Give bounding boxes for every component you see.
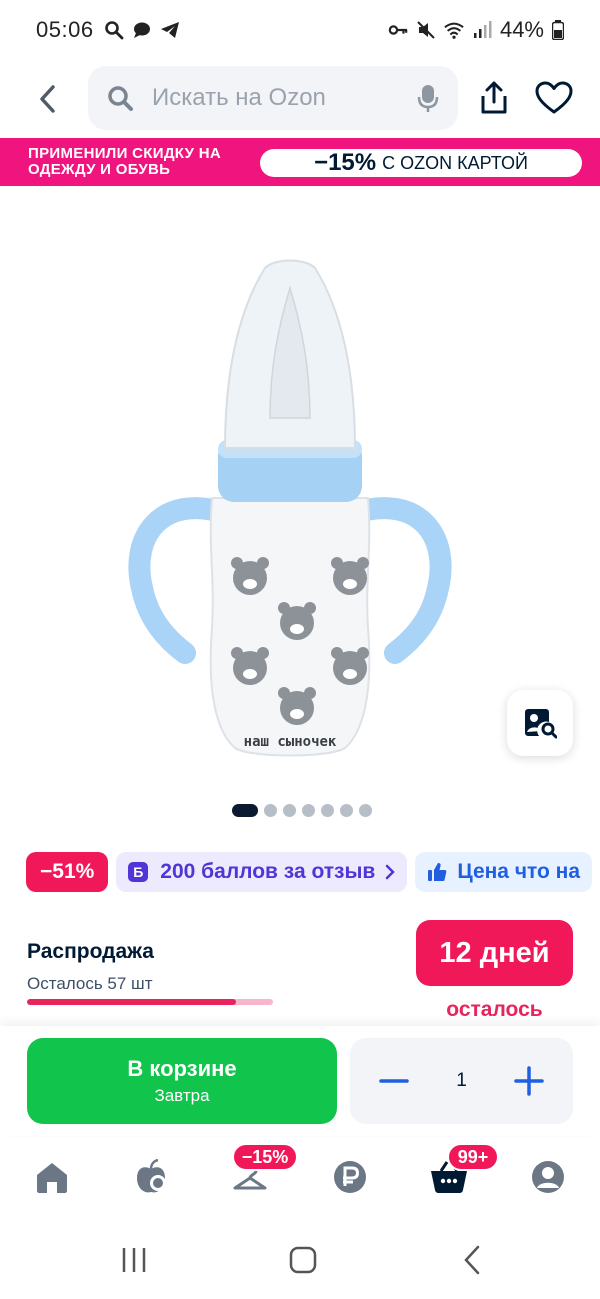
back-arrow-icon: [464, 1245, 480, 1275]
price-chip[interactable]: Цена что на: [415, 852, 593, 892]
points-chip[interactable]: Б 200 баллов за отзыв: [116, 852, 408, 892]
search-placeholder[interactable]: Искать на Ozon: [152, 84, 416, 112]
home-icon: [37, 1163, 67, 1193]
decrease-button[interactable]: [376, 1063, 412, 1099]
photo-search-icon: [525, 709, 557, 739]
pager-dot[interactable]: [340, 804, 353, 817]
image-pager: [232, 804, 372, 817]
search-icon: [104, 21, 123, 40]
cart-button-label: В корзине: [127, 1056, 237, 1081]
nav-promo-badge: −15%: [232, 1143, 298, 1171]
search-icon: [108, 86, 133, 111]
pager-dot[interactable]: [302, 804, 315, 817]
thumbs-up-icon: [428, 863, 447, 881]
plus-icon: [514, 1066, 544, 1096]
stock-left: Осталось 57 шт: [27, 974, 153, 993]
telegram-icon: [160, 22, 179, 38]
badge-row: −51% Б 200 баллов за отзыв Цена что на: [26, 852, 593, 892]
chat-icon: [133, 22, 150, 38]
promo-percent: −15%: [314, 149, 377, 176]
image-search-button[interactable]: [507, 690, 573, 756]
system-navigation: [0, 1221, 600, 1299]
mute-icon: [417, 21, 435, 39]
promo-rest: С OZON КАРТОЙ: [382, 152, 528, 173]
recent-apps-button[interactable]: [114, 1243, 154, 1277]
points-label: 200 баллов за отзыв: [160, 860, 376, 883]
promo-pill: −15% С OZON КАРТОЙ: [260, 149, 582, 177]
share-button[interactable]: [476, 80, 512, 116]
days-badge: 12 дней: [416, 920, 573, 986]
favorite-button[interactable]: [535, 80, 573, 116]
nav-home[interactable]: [32, 1157, 72, 1197]
nav-profile[interactable]: [528, 1157, 568, 1197]
microphone-icon[interactable]: [416, 83, 440, 113]
pager-dot[interactable]: [359, 804, 372, 817]
points-icon: Б: [128, 862, 149, 882]
stock-progress-fill: [27, 999, 237, 1005]
buy-panel: В корзине Завтра 1: [0, 1026, 600, 1136]
in-cart-button[interactable]: В корзине Завтра: [27, 1038, 337, 1124]
chevron-right-icon: [386, 864, 396, 880]
increase-button[interactable]: [511, 1063, 547, 1099]
sale-title: Распродажа: [27, 940, 154, 963]
baby-bottle-image: наш сыночек: [128, 259, 452, 757]
back-button[interactable]: [30, 82, 64, 116]
bottom-navigation: −15% 99+: [0, 1137, 600, 1221]
key-icon: [388, 25, 408, 35]
chevron-left-icon: [40, 85, 55, 113]
pager-dot[interactable]: [321, 804, 334, 817]
discount-badge: −51%: [26, 852, 109, 892]
wifi-icon: [444, 22, 464, 39]
days-left-label: осталось: [446, 998, 543, 1021]
quantity-value: 1: [456, 1070, 467, 1091]
pager-dot[interactable]: [264, 804, 277, 817]
pager-dot[interactable]: [283, 804, 296, 817]
stock-progress: [27, 999, 273, 1005]
minus-icon: [379, 1079, 409, 1083]
battery-percent: 44%: [499, 17, 544, 42]
apple-icon: [137, 1159, 166, 1193]
nav-cart-badge: 99+: [447, 1143, 499, 1171]
nav-ozon-card[interactable]: [330, 1157, 370, 1197]
system-back-button[interactable]: [452, 1243, 492, 1277]
square-home-icon: [289, 1246, 317, 1274]
delivery-label: Завтра: [154, 1086, 210, 1105]
signal-icon: [473, 21, 492, 38]
price-chip-label: Цена что на: [457, 860, 581, 883]
battery-icon: [552, 20, 564, 40]
search-bar[interactable]: Искать на Ozon: [88, 66, 458, 130]
heart-icon: [535, 81, 573, 114]
top-header: Искать на Ozon: [0, 64, 600, 134]
home-system-button[interactable]: [283, 1243, 323, 1277]
promo-text: ПРИМЕНИЛИ СКИДКУ НА ОДЕЖДУ И ОБУВЬ: [28, 145, 222, 178]
status-bar: 05:06 44%: [0, 0, 600, 60]
pager-dot-active[interactable]: [232, 804, 258, 817]
recents-icon: [122, 1248, 146, 1272]
profile-icon: [532, 1161, 564, 1193]
nav-fresh[interactable]: [131, 1157, 171, 1197]
ruble-icon: [334, 1161, 366, 1193]
promo-banner[interactable]: ПРИМЕНИЛИ СКИДКУ НА ОДЕЖДУ И ОБУВЬ −15% …: [0, 138, 600, 186]
bottle-label: наш сыночек: [244, 734, 337, 750]
quantity-stepper: 1: [350, 1038, 573, 1124]
share-icon: [481, 81, 507, 114]
status-time: 05:06: [36, 17, 94, 42]
